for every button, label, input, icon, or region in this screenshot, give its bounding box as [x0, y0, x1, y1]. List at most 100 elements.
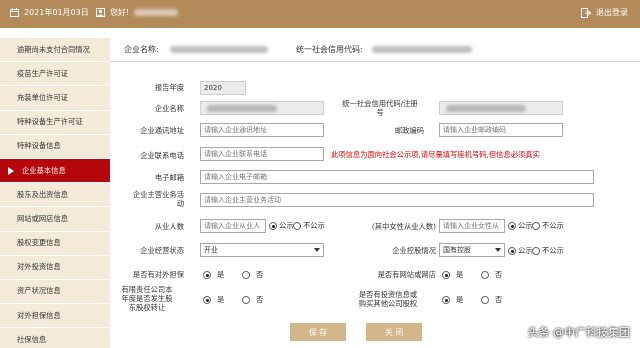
email-label: 电子邮箱	[154, 173, 184, 182]
website-label: 是否有网站或网店	[377, 270, 436, 279]
female-not-public-radio[interactable]: 不公示	[532, 221, 564, 231]
address-input[interactable]	[200, 123, 324, 137]
public-label: 公示	[279, 221, 294, 230]
no-label: 否	[495, 270, 503, 279]
llc-transfer-label: 有限责任公司本 年度是否发生股 东股权转让	[110, 285, 184, 312]
llc-no-radio[interactable]: 否	[242, 295, 263, 305]
sidebar-item[interactable]: 社保信息	[0, 328, 110, 348]
no-label: 否	[256, 295, 264, 304]
llc-label-line3: 东股权转让	[128, 303, 166, 312]
radio-selected[interactable]	[442, 271, 450, 279]
close-button[interactable]: 关 闭	[366, 323, 422, 341]
logout-label: 退出登录	[596, 8, 628, 17]
sidebar-item[interactable]: 股东及出资信息	[0, 183, 110, 208]
radio-selected[interactable]	[203, 296, 211, 304]
radio-unselected[interactable]	[242, 296, 250, 304]
date-display: 2021年01月03日	[10, 7, 89, 18]
phone-input[interactable]	[200, 147, 324, 161]
website-no-radio[interactable]: 否	[481, 270, 502, 280]
credit-code-label-line1: 统一社会信用代码/注册	[342, 99, 418, 108]
sidebar-item-label: 特种设备生产许可证	[17, 117, 83, 127]
user-icon	[96, 8, 105, 17]
status-value: 开业	[204, 246, 218, 254]
radio-unselected[interactable]	[242, 271, 250, 279]
postcode-input[interactable]	[439, 123, 563, 137]
invest-label-line2: 购买其他公司股权	[358, 299, 418, 308]
not-public-label: 不公示	[542, 221, 564, 230]
phone-warning: 此项信息为面向社会公示项,请尽量填写座机号码,但信息必须真实	[331, 150, 540, 159]
sidebar-item-label: 对外投资信息	[17, 262, 61, 272]
holding-public-radio[interactable]: 公示	[508, 246, 533, 256]
no-label: 否	[495, 295, 503, 304]
sidebar-item[interactable]: 逾期尚未支付合同情况	[0, 38, 110, 63]
save-button[interactable]: 保 存	[290, 323, 346, 341]
female-public-radio[interactable]: 公示	[508, 221, 533, 231]
greeting-text: 您好!	[110, 8, 130, 17]
radio-selected[interactable]	[508, 222, 516, 230]
employees-public-radio[interactable]: 公示	[269, 221, 294, 231]
sidebar-item-label: 资产状况信息	[17, 286, 61, 296]
holding-label: 企业控股情况	[392, 246, 436, 255]
email-input[interactable]	[200, 170, 594, 184]
employees-label: 从业人数	[154, 222, 184, 231]
sidebar-item[interactable]: 对外担保信息	[0, 304, 110, 329]
employees-not-public-radio[interactable]: 不公示	[293, 221, 325, 231]
llc-label-line1: 有限责任公司本	[121, 285, 173, 294]
employees-input[interactable]	[200, 219, 266, 233]
public-label: 公示	[518, 221, 533, 230]
report-year-label: 报告年度	[154, 83, 184, 92]
sidebar-item[interactable]: 对外投资信息	[0, 255, 110, 280]
user-greeting: 您好!	[96, 7, 179, 18]
radio-unselected[interactable]	[293, 222, 301, 230]
sidebar-item[interactable]: 特种设备信息	[0, 134, 110, 159]
website-yes-radio[interactable]: 是	[442, 270, 463, 280]
radio-unselected[interactable]	[481, 296, 489, 304]
top-bar: 2021年01月03日 您好! 退出登录	[0, 0, 640, 28]
public-label: 公示	[518, 246, 533, 255]
invest-label-line1: 是否有投资信息或	[358, 290, 418, 299]
business-label-line1: 企业主营业务活	[132, 190, 184, 199]
business-input[interactable]	[200, 193, 594, 207]
credit-code-header-label: 统一社会信用代码:	[296, 45, 363, 54]
watermark: 头条 @中广科技集团	[527, 326, 631, 339]
guarantee-no-radio[interactable]: 否	[242, 270, 263, 280]
radio-unselected[interactable]	[481, 271, 489, 279]
sidebar-item-label: 充装单位许可证	[17, 92, 69, 102]
radio-unselected[interactable]	[532, 222, 540, 230]
no-label: 否	[256, 270, 264, 279]
business-label-line2: 动	[176, 199, 184, 208]
sidebar-item[interactable]: 资产状况信息	[0, 279, 110, 305]
sidebar-item-label: 股权变更信息	[17, 238, 61, 248]
radio-unselected[interactable]	[532, 247, 540, 255]
redacted-credit-code	[372, 46, 472, 53]
credit-code-field	[439, 101, 563, 115]
sidebar-item[interactable]: 网站或网店信息	[0, 207, 110, 232]
report-year-field	[200, 81, 246, 95]
logout-button[interactable]: 退出登录	[581, 7, 628, 18]
radio-selected[interactable]	[442, 296, 450, 304]
holding-not-public-radio[interactable]: 不公示	[532, 246, 564, 256]
holding-select[interactable]: 国有控股	[439, 243, 505, 257]
redacted-company-name	[170, 46, 268, 53]
not-public-label: 不公示	[542, 246, 564, 255]
sidebar-item[interactable]: 企业基本信息	[0, 158, 110, 184]
female-employees-input[interactable]	[439, 219, 505, 233]
llc-yes-radio[interactable]: 是	[203, 295, 224, 305]
sidebar-item[interactable]: 股权变更信息	[0, 231, 110, 256]
sidebar-item[interactable]: 疫苗生产许可证	[0, 62, 110, 87]
radio-selected[interactable]	[269, 222, 277, 230]
sidebar-item-label: 对外担保信息	[17, 310, 61, 320]
guarantee-yes-radio[interactable]: 是	[203, 270, 224, 280]
sidebar-item[interactable]: 充装单位许可证	[0, 86, 110, 111]
sidebar-item-label: 社保信息	[17, 334, 47, 344]
invest-yes-radio[interactable]: 是	[442, 295, 463, 305]
postcode-label: 邮政编码	[394, 126, 424, 135]
status-select[interactable]: 开业	[200, 243, 324, 257]
business-label: 企业主营业务活动	[110, 190, 184, 208]
sidebar-item-label: 疫苗生产许可证	[17, 68, 69, 78]
invest-no-radio[interactable]: 否	[481, 295, 502, 305]
radio-selected[interactable]	[508, 247, 516, 255]
radio-selected[interactable]	[203, 271, 211, 279]
sidebar-item[interactable]: 特种设备生产许可证	[0, 110, 110, 135]
sidebar-nav: 逾期尚未支付合同情况疫苗生产许可证 充装单位许可证特种设备生产许可证特种设备信息企…	[0, 38, 110, 348]
